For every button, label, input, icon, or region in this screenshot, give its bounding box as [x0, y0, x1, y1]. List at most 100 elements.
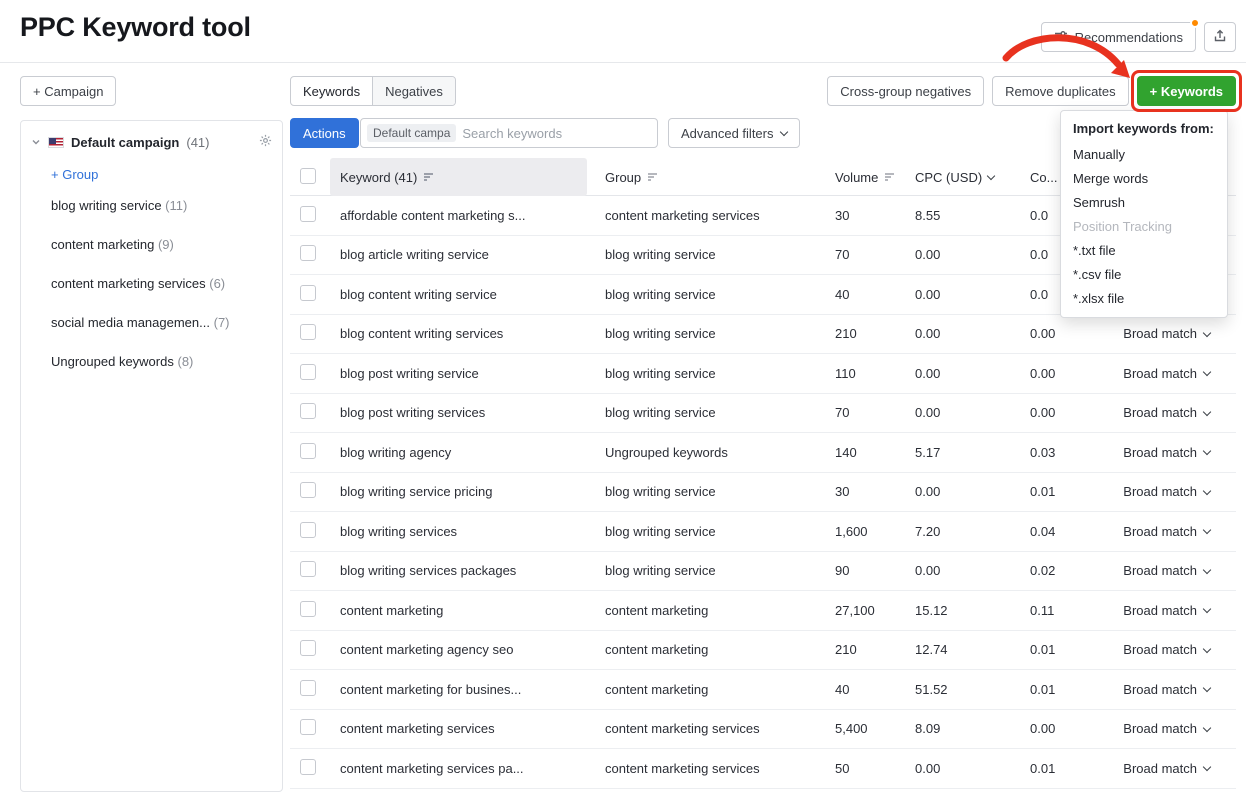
chevron-down-icon[interactable] — [31, 135, 41, 150]
keyword-cell: blog writing services packages — [330, 563, 595, 578]
import-menu-item[interactable]: Position Tracking — [1061, 215, 1227, 239]
sort-icon — [647, 170, 658, 185]
keyword-cell: blog post writing service — [330, 366, 595, 381]
match-type-dropdown[interactable]: Broad match — [1100, 484, 1236, 499]
row-checkbox[interactable] — [300, 759, 316, 775]
group-cell: content marketing — [595, 682, 825, 697]
column-header-cpc[interactable]: CPC (USD) — [905, 170, 1020, 185]
sidebar-group-item[interactable]: social media managemen... (7) — [21, 303, 282, 342]
chevron-down-icon — [1203, 526, 1211, 534]
column-header-keyword[interactable]: Keyword (41) — [330, 158, 587, 196]
add-keywords-button[interactable]: + Keywords — [1137, 76, 1236, 106]
keyword-cell: blog writing agency — [330, 445, 595, 460]
import-menu-item[interactable]: *.csv file — [1061, 263, 1227, 287]
row-checkbox[interactable] — [300, 285, 316, 301]
row-checkbox[interactable] — [300, 680, 316, 696]
select-all-checkbox[interactable] — [300, 168, 316, 184]
chevron-down-icon — [1203, 684, 1211, 692]
volume-cell: 1,600 — [825, 524, 905, 539]
tab-keywords[interactable]: Keywords — [291, 77, 372, 105]
competition-cell: 0.03 — [1020, 445, 1100, 460]
group-cell: blog writing service — [595, 366, 825, 381]
remove-duplicates-button[interactable]: Remove duplicates — [992, 76, 1129, 106]
row-checkbox[interactable] — [300, 719, 316, 735]
recommendations-button[interactable]: Recommendations — [1041, 22, 1196, 52]
row-checkbox[interactable] — [300, 522, 316, 538]
cpc-cell: 0.00 — [905, 247, 1020, 262]
match-type-dropdown[interactable]: Broad match — [1100, 445, 1236, 460]
column-header-volume[interactable]: Volume — [825, 170, 905, 185]
volume-cell: 210 — [825, 642, 905, 657]
group-name: Ungrouped keywords — [51, 354, 174, 369]
sidebar-group-item[interactable]: blog writing service (11) — [21, 186, 282, 225]
row-checkbox[interactable] — [300, 324, 316, 340]
chevron-down-icon — [1203, 763, 1211, 771]
actions-button[interactable]: Actions — [290, 118, 359, 148]
match-type-dropdown[interactable]: Broad match — [1100, 326, 1236, 341]
match-type-dropdown[interactable]: Broad match — [1100, 603, 1236, 618]
tab-negatives[interactable]: Negatives — [372, 77, 455, 105]
search-input[interactable] — [462, 126, 651, 141]
match-type-dropdown[interactable]: Broad match — [1100, 405, 1236, 420]
row-checkbox[interactable] — [300, 206, 316, 222]
match-type-dropdown[interactable]: Broad match — [1100, 524, 1236, 539]
volume-cell: 30 — [825, 208, 905, 223]
table-row: content marketing agency seo content mar… — [290, 631, 1236, 671]
row-checkbox[interactable] — [300, 482, 316, 498]
group-cell: Ungrouped keywords — [595, 445, 825, 460]
keyword-cell: affordable content marketing s... — [330, 208, 595, 223]
import-menu-item[interactable]: Merge words — [1061, 167, 1227, 191]
match-type-dropdown[interactable]: Broad match — [1100, 682, 1236, 697]
sidebar-group-item[interactable]: Ungrouped keywords (8) — [21, 342, 282, 381]
chevron-down-icon — [1203, 408, 1211, 416]
share-button[interactable] — [1204, 22, 1236, 52]
import-menu-item[interactable]: *.xlsx file — [1061, 287, 1227, 311]
keyword-cell: content marketing services — [330, 721, 595, 736]
advanced-filters-button[interactable]: Advanced filters — [668, 118, 800, 148]
gear-icon[interactable] — [259, 134, 272, 150]
cross-group-negatives-button[interactable]: Cross-group negatives — [827, 76, 984, 106]
group-cell: content marketing — [595, 603, 825, 618]
competition-cell: 0.00 — [1020, 366, 1100, 381]
sidebar-group-item[interactable]: content marketing (9) — [21, 225, 282, 264]
volume-cell: 27,100 — [825, 603, 905, 618]
row-checkbox[interactable] — [300, 364, 316, 380]
volume-cell: 40 — [825, 682, 905, 697]
column-header-group[interactable]: Group — [595, 170, 825, 185]
volume-cell: 50 — [825, 761, 905, 776]
row-checkbox[interactable] — [300, 640, 316, 656]
table-row: content marketing services pa... content… — [290, 749, 1236, 789]
ppc-keyword-tool-page: PPC Keyword tool Recommendations — [0, 0, 1246, 809]
campaign-name: Default campaign — [71, 135, 179, 150]
match-type-dropdown[interactable]: Broad match — [1100, 563, 1236, 578]
volume-cell: 5,400 — [825, 721, 905, 736]
import-menu-item[interactable]: Manually — [1061, 143, 1227, 167]
match-type-dropdown[interactable]: Broad match — [1100, 721, 1236, 736]
keyword-cell: content marketing — [330, 603, 595, 618]
row-checkbox[interactable] — [300, 443, 316, 459]
table-row: blog writing service pricing blog writin… — [290, 473, 1236, 513]
row-checkbox[interactable] — [300, 601, 316, 617]
add-group-link[interactable]: + Group — [51, 167, 98, 182]
keyword-cell: blog content writing service — [330, 287, 595, 302]
table-row: blog writing agency Ungrouped keywords 1… — [290, 433, 1236, 473]
competition-cell: 0.00 — [1020, 721, 1100, 736]
volume-cell: 40 — [825, 287, 905, 302]
keyword-search-box[interactable]: Default campa — [360, 118, 658, 148]
cpc-cell: 8.55 — [905, 208, 1020, 223]
keyword-cell: blog article writing service — [330, 247, 595, 262]
row-checkbox[interactable] — [300, 403, 316, 419]
row-checkbox[interactable] — [300, 561, 316, 577]
match-type-dropdown[interactable]: Broad match — [1100, 761, 1236, 776]
group-name: social media managemen... — [51, 315, 210, 330]
campaign-row[interactable]: Default campaign (41) — [21, 121, 282, 159]
add-campaign-button[interactable]: + Campaign — [20, 76, 116, 106]
chevron-down-icon — [1203, 329, 1211, 337]
row-checkbox[interactable] — [300, 245, 316, 261]
import-menu-item[interactable]: *.txt file — [1061, 239, 1227, 263]
match-type-dropdown[interactable]: Broad match — [1100, 642, 1236, 657]
sidebar-group-item[interactable]: content marketing services (6) — [21, 264, 282, 303]
chevron-down-icon — [1203, 566, 1211, 574]
match-type-dropdown[interactable]: Broad match — [1100, 366, 1236, 381]
import-menu-item[interactable]: Semrush — [1061, 191, 1227, 215]
